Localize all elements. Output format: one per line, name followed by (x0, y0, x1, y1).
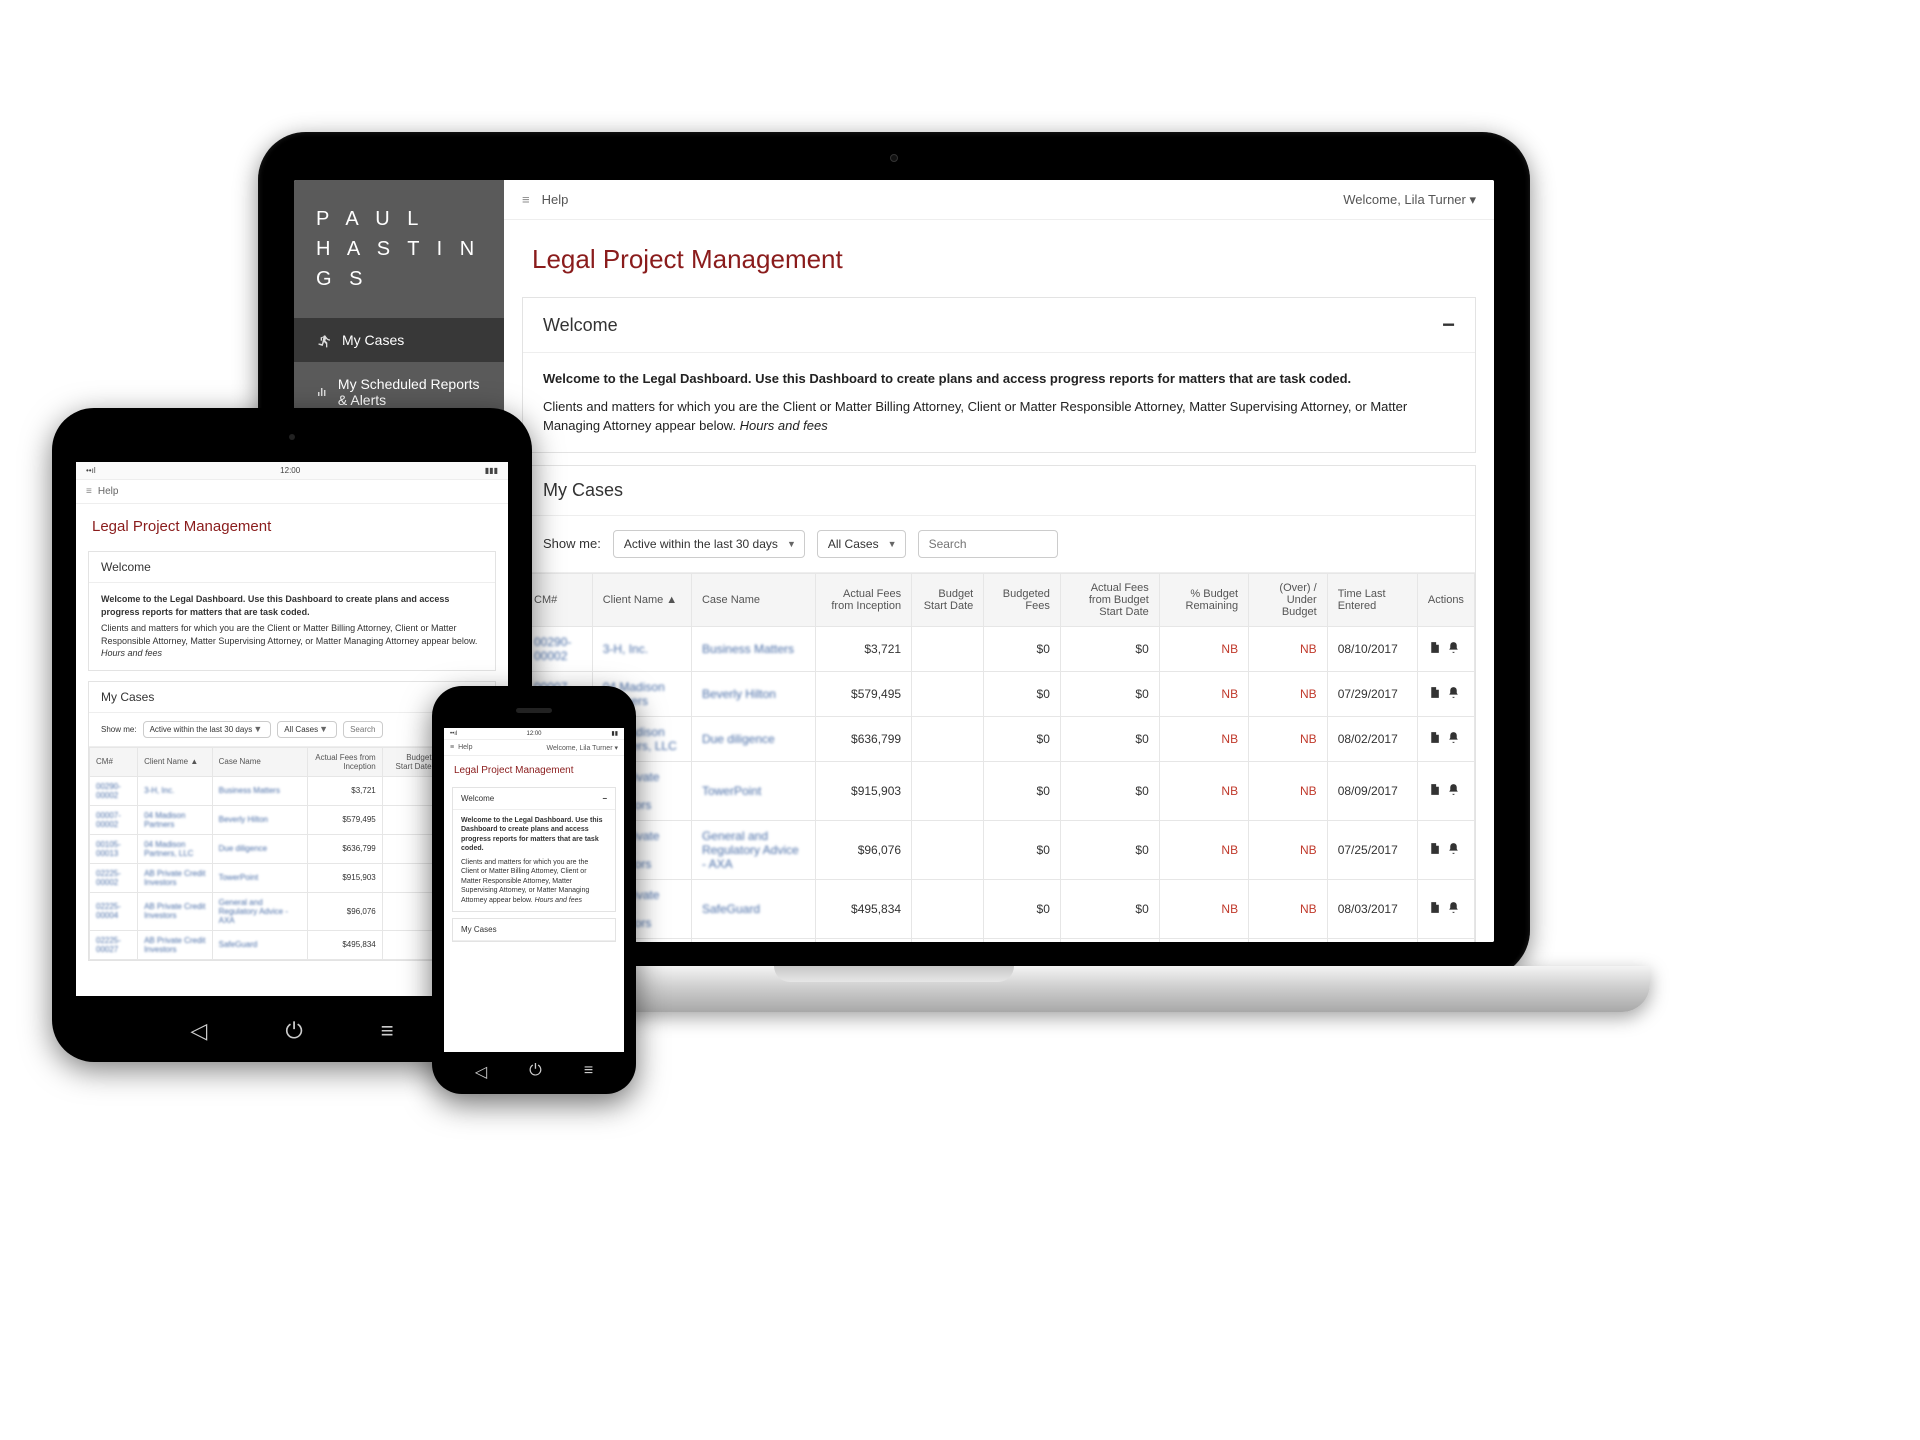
col-tle[interactable]: Time Last Entered (1327, 573, 1417, 626)
col-bstart[interactable]: Budget Start Date (912, 573, 984, 626)
col-actions[interactable]: Actions (1417, 573, 1474, 626)
status-bar: ••ıl12:00▮▮▮ (76, 462, 508, 480)
sidebar-item-my-cases[interactable]: My Cases (294, 318, 504, 362)
help-link[interactable]: Help (542, 192, 569, 207)
document-icon[interactable] (1428, 686, 1441, 699)
case-link[interactable]: General and Regulatory Advice - AXA (702, 829, 799, 871)
search-input[interactable] (918, 530, 1058, 558)
col-pbr[interactable]: % Budget Remaining (1159, 573, 1248, 626)
table-row: 00007-0000204 Madison PartnersBeverly Hi… (524, 671, 1475, 716)
show-me-label: Show me: (543, 536, 601, 551)
welcome-panel-title: Welcome (543, 315, 618, 336)
main-content: ≡ Help Welcome, Lila Turner ▾ Legal Proj… (504, 180, 1494, 942)
case-link[interactable]: SafeGuard (702, 902, 760, 916)
search-input[interactable] (343, 721, 383, 738)
col-afbsd[interactable]: Actual Fees from Budget Start Date (1060, 573, 1159, 626)
help-link[interactable]: Help (98, 486, 119, 497)
collapse-icon[interactable]: − (602, 794, 607, 803)
col-actual[interactable]: Actual Fees from Inception (815, 573, 911, 626)
running-icon (316, 332, 332, 348)
welcome-body: Clients and matters for which you are th… (543, 399, 1407, 434)
col-case[interactable]: Case Name (691, 573, 815, 626)
cases-panel-title: My Cases (543, 480, 623, 501)
sidebar-item-label: My Scheduled Reports & Alerts (338, 376, 482, 408)
bell-icon[interactable] (1447, 686, 1460, 699)
col-bfees[interactable]: Budgeted Fees (984, 573, 1061, 626)
client-link[interactable]: 3-H, Inc. (603, 642, 648, 656)
cm-link[interactable]: 00290-00002 (534, 635, 571, 663)
collapse-icon[interactable]: − (1442, 312, 1455, 338)
home-icon: ⏻ (285, 1018, 302, 1044)
table-row: 02225-00028AB Private Credit InvestorsKB… (524, 938, 1475, 942)
col-oub[interactable]: (Over) / Under Budget (1249, 573, 1328, 626)
welcome-panel-title: Welcome (89, 552, 495, 583)
welcome-panel: Welcome − Welcome to the Legal Dashboard… (522, 297, 1476, 453)
col-cm[interactable]: CM# (524, 573, 593, 626)
document-icon[interactable] (1428, 731, 1441, 744)
document-icon[interactable] (1428, 783, 1441, 796)
back-icon: ◁ (190, 1018, 207, 1044)
document-icon[interactable] (1428, 901, 1441, 914)
menu-icon[interactable]: ≡ (450, 744, 454, 751)
sidebar-item-label: My Cases (342, 332, 404, 348)
status-bar: ••ıl12:00▮▮ (444, 728, 624, 740)
table-row: 02225-00004AB Private Credit InvestorsGe… (524, 820, 1475, 879)
bell-icon[interactable] (1447, 731, 1460, 744)
welcome-bold: Welcome to the Legal Dashboard. Use this… (543, 371, 1351, 386)
device-nav: ◁⏻≡ (432, 1062, 636, 1082)
bell-icon[interactable] (1447, 842, 1460, 855)
table-row: 02225-00027AB Private Credit InvestorsSa… (524, 879, 1475, 938)
filter-activity[interactable]: Active within the last 30 days (143, 721, 272, 738)
menu-icon[interactable]: ≡ (522, 192, 530, 207)
page-title: Legal Project Management (444, 756, 624, 781)
table-row: 00290-000023-H, Inc.Business Matters$3,7… (524, 626, 1475, 671)
chart-icon (316, 384, 328, 400)
case-link[interactable]: Due diligence (702, 732, 775, 746)
bell-icon[interactable] (1447, 783, 1460, 796)
case-link[interactable]: TowerPoint (702, 784, 761, 798)
filter-cases[interactable]: All Cases (277, 721, 337, 738)
table-row: 02225-00002AB Private Credit InvestorsTo… (524, 761, 1475, 820)
table-row: 00105-0001304 Madison Partners, LLCDue d… (524, 716, 1475, 761)
filter-cases[interactable]: All Cases (817, 530, 906, 558)
document-icon[interactable] (1428, 842, 1441, 855)
col-client[interactable]: Client Name ▲ (592, 573, 691, 626)
page-title: Legal Project Management (504, 220, 1494, 285)
brand-logo: P A U L H A S T I N G S (294, 180, 504, 318)
cases-table: CM# Client Name ▲ Case Name Actual Fees … (523, 573, 1475, 943)
phone-frame: ••ıl12:00▮▮ ≡ Help Welcome, Lila Turner … (432, 686, 636, 1094)
filter-activity[interactable]: Active within the last 30 days (613, 530, 805, 558)
topbar: ≡ Help Welcome, Lila Turner ▾ (504, 180, 1494, 220)
user-menu[interactable]: Welcome, Lila Turner ▾ (547, 744, 618, 752)
bell-icon[interactable] (1447, 641, 1460, 654)
case-link[interactable]: Beverly Hilton (702, 687, 776, 701)
cases-panel: My Cases Show me: Active within the last… (522, 465, 1476, 943)
bell-icon[interactable] (1447, 901, 1460, 914)
case-link[interactable]: Business Matters (702, 642, 794, 656)
menu-icon[interactable]: ≡ (86, 486, 92, 497)
welcome-italic: Hours and fees (740, 418, 828, 433)
document-icon[interactable] (1428, 641, 1441, 654)
user-menu[interactable]: Welcome, Lila Turner ▾ (1343, 192, 1476, 208)
page-title: Legal Project Management (76, 504, 508, 541)
recent-icon: ≡ (381, 1018, 394, 1044)
